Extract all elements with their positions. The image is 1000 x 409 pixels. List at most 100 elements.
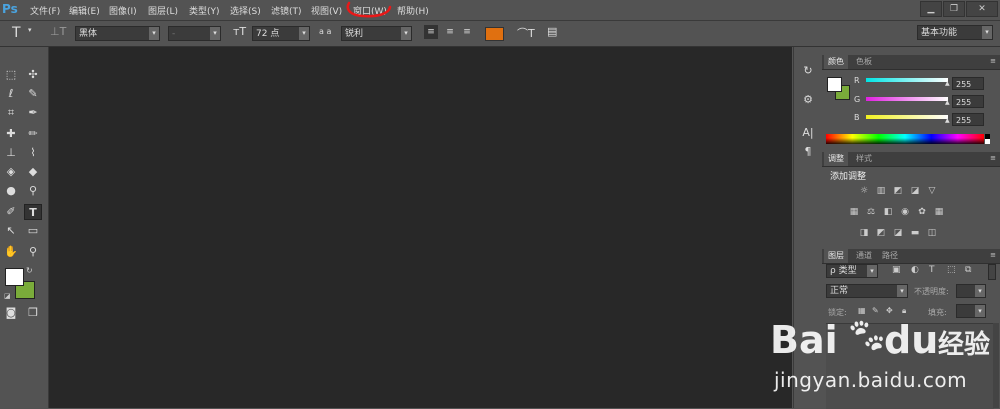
color-panel-foreground-swatch[interactable]	[827, 77, 842, 92]
selective-color-icon[interactable]: ◫	[926, 228, 938, 239]
screen-mode-icon[interactable]: ❒	[24, 305, 42, 321]
type-tool-icon[interactable]: T	[12, 25, 21, 41]
menu-layer[interactable]: 图层(L)	[148, 4, 178, 17]
green-slider[interactable]	[866, 97, 948, 101]
path-select-icon[interactable]: ↖	[2, 223, 20, 239]
color-lookup-icon[interactable]: ▦	[933, 207, 945, 218]
text-orientation-icon[interactable]: ⊥T	[50, 25, 66, 38]
tab-adjustments[interactable]: 调整	[824, 152, 848, 166]
vibrance-icon[interactable]: ▽	[926, 186, 938, 197]
character-panel-icon[interactable]: ▤	[547, 25, 557, 38]
slider-handle-icon[interactable]: ▲	[945, 80, 950, 87]
quick-select-tool-icon[interactable]: ✎	[24, 86, 42, 102]
type-tool-active-icon[interactable]: T	[24, 204, 42, 220]
hand-tool-icon[interactable]: ✋	[2, 244, 20, 260]
default-colors-icon[interactable]: ◪	[4, 292, 11, 300]
tab-layers[interactable]: 图层	[824, 249, 848, 263]
tab-color[interactable]: 颜色	[824, 55, 848, 69]
filter-pixel-icon[interactable]: ▣	[892, 265, 901, 275]
blend-mode-select[interactable]: 正常 ▾	[826, 284, 908, 298]
color-spectrum-bar[interactable]	[826, 134, 984, 144]
restore-button[interactable]: ❐	[943, 1, 965, 17]
threshold-icon[interactable]: ◪	[892, 228, 904, 239]
font-family-select[interactable]: 黑体 ▾	[75, 26, 160, 41]
filter-type-icon[interactable]: T	[929, 265, 935, 275]
menu-view[interactable]: 视图(V)	[311, 4, 342, 17]
menu-image[interactable]: 图像(I)	[109, 4, 137, 17]
character-panel-icon[interactable]: A|	[799, 125, 817, 141]
healing-brush-icon[interactable]: ✚	[2, 126, 20, 142]
paint-bucket-icon[interactable]: ◆	[24, 164, 42, 180]
fill-field[interactable]: ▾	[956, 304, 986, 318]
font-size-select[interactable]: 72 点 ▾	[252, 26, 310, 41]
filter-toggle[interactable]	[988, 264, 996, 280]
tab-channels[interactable]: 通道	[852, 249, 876, 263]
hue-saturation-icon[interactable]: ▦	[848, 207, 860, 218]
history-brush-icon[interactable]: ⌇	[24, 145, 42, 161]
slider-handle-icon[interactable]: ▲	[945, 117, 950, 124]
crop-tool-icon[interactable]: ⌗	[2, 105, 20, 121]
lock-transparent-icon[interactable]: ▦	[858, 306, 866, 315]
menu-select[interactable]: 选择(S)	[230, 4, 261, 17]
dodge-tool-icon[interactable]: ⚲	[24, 183, 42, 199]
lock-position-icon[interactable]: ✥	[886, 306, 893, 315]
pen-tool-icon[interactable]: ✐	[2, 204, 20, 220]
warp-text-icon[interactable]: ⌒T	[517, 25, 535, 41]
paragraph-panel-icon[interactable]: ¶	[799, 144, 817, 160]
red-value-field[interactable]: 255	[952, 77, 984, 90]
green-value-field[interactable]: 255	[952, 95, 984, 108]
layer-filter-select[interactable]: ρ 类型 ▾	[826, 264, 878, 278]
blue-value-field[interactable]: 255	[952, 113, 984, 126]
panel-menu-icon[interactable]: ≡	[990, 57, 996, 65]
align-left-icon[interactable]: ≡	[424, 25, 438, 39]
properties-panel-icon[interactable]: ⚙	[799, 92, 817, 108]
menu-file[interactable]: 文件(F)	[30, 4, 60, 17]
opacity-field[interactable]: ▾	[956, 284, 986, 298]
panel-menu-icon[interactable]: ≡	[990, 154, 996, 162]
black-white-icon[interactable]: ◧	[882, 207, 894, 218]
levels-icon[interactable]: ▥	[875, 186, 887, 197]
align-right-icon[interactable]: ≡	[460, 25, 474, 39]
align-center-icon[interactable]: ≡	[443, 25, 457, 39]
clone-stamp-icon[interactable]: ⊥	[2, 145, 20, 161]
antialias-select[interactable]: 锐利 ▾	[341, 26, 412, 41]
blue-slider[interactable]	[866, 115, 948, 119]
exposure-icon[interactable]: ◪	[909, 186, 921, 197]
slider-handle-icon[interactable]: ▲	[945, 99, 950, 106]
white-swatch[interactable]	[985, 139, 990, 144]
channel-mixer-icon[interactable]: ✿	[916, 207, 928, 218]
zoom-tool-icon[interactable]: ⚲	[24, 244, 42, 260]
posterize-icon[interactable]: ◩	[875, 228, 887, 239]
foreground-color-swatch[interactable]	[5, 268, 24, 286]
blur-tool-icon[interactable]: ●	[2, 183, 20, 199]
eyedropper-tool-icon[interactable]: ✒	[24, 105, 42, 121]
marquee-tool-icon[interactable]: ⬚	[2, 67, 20, 83]
gradient-map-icon[interactable]: ▬	[909, 228, 921, 239]
tab-paths[interactable]: 路径	[878, 249, 902, 263]
tab-styles[interactable]: 样式	[852, 152, 876, 166]
photo-filter-icon[interactable]: ◉	[899, 207, 911, 218]
rectangle-tool-icon[interactable]: ▭	[24, 223, 42, 239]
filter-smart-object-icon[interactable]: ⧉	[965, 265, 971, 275]
brush-tool-icon[interactable]: ✏	[24, 126, 42, 142]
lock-all-icon[interactable]: 🔒︎	[902, 306, 906, 316]
document-canvas-area[interactable]	[49, 47, 792, 408]
curves-icon[interactable]: ◩	[892, 186, 904, 197]
invert-icon[interactable]: ◨	[858, 228, 870, 239]
text-color-swatch[interactable]	[485, 27, 504, 41]
menu-edit[interactable]: 编辑(E)	[69, 4, 100, 17]
menu-help[interactable]: 帮助(H)	[397, 4, 429, 17]
tab-swatches[interactable]: 色板	[852, 55, 876, 69]
brightness-icon[interactable]: ☼	[858, 186, 870, 197]
lasso-tool-icon[interactable]: ℓ	[2, 86, 20, 102]
close-button[interactable]: ✕	[966, 1, 998, 17]
move-tool-icon[interactable]: ✣	[24, 67, 42, 83]
filter-adjustment-icon[interactable]: ◐	[911, 265, 919, 275]
font-style-select[interactable]: - ▾	[168, 26, 221, 41]
workspace-select[interactable]: 基本功能 ▾	[917, 25, 993, 40]
swap-colors-icon[interactable]: ↻	[26, 266, 33, 275]
minimize-button[interactable]: ▁	[920, 1, 942, 17]
eraser-tool-icon[interactable]: ◈	[2, 164, 20, 180]
panel-menu-icon[interactable]: ≡	[990, 251, 996, 259]
lock-pixels-icon[interactable]: ✎	[872, 306, 879, 315]
